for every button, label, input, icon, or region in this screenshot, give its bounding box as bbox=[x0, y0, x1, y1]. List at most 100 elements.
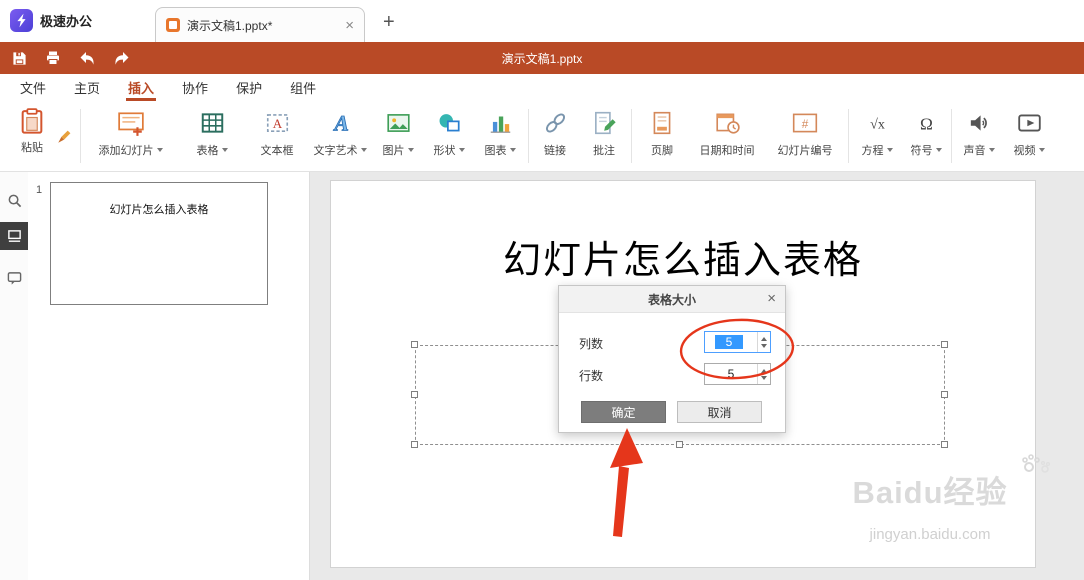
chevron-down-icon bbox=[935, 148, 942, 152]
svg-text:Ω: Ω bbox=[920, 115, 933, 134]
resize-handle[interactable] bbox=[411, 341, 418, 348]
redo-icon[interactable] bbox=[112, 49, 130, 67]
chevron-down-icon bbox=[886, 148, 893, 152]
chart-icon bbox=[487, 107, 514, 139]
browser-tab-bar: 极速办公 演示文稿1.pptx* × + bbox=[0, 0, 1084, 42]
spinner-down-icon bbox=[761, 375, 767, 380]
columns-spinner[interactable] bbox=[757, 332, 770, 352]
ribbon-separator bbox=[528, 109, 529, 163]
menu-home[interactable]: 主页 bbox=[60, 74, 114, 101]
document-tab[interactable]: 演示文稿1.pptx* × bbox=[155, 7, 365, 42]
menu-file[interactable]: 文件 bbox=[6, 74, 60, 101]
svg-text:#: # bbox=[802, 117, 809, 131]
resize-handle[interactable] bbox=[941, 441, 948, 448]
columns-input[interactable]: 5 bbox=[704, 331, 771, 353]
undo-icon[interactable] bbox=[78, 49, 96, 67]
ribbon-separator bbox=[631, 109, 632, 163]
ribbon-shapes-button[interactable]: 形状 bbox=[424, 101, 474, 171]
sound-icon bbox=[966, 107, 993, 139]
picture-icon bbox=[385, 107, 412, 139]
ribbon-wordart-button[interactable]: A 文字艺术 bbox=[308, 101, 372, 171]
ribbon-video-button[interactable]: 视频 bbox=[1004, 101, 1054, 171]
slide-title-text[interactable]: 幻灯片怎么插入表格 bbox=[331, 229, 1035, 284]
slide-number-icon: # bbox=[791, 107, 819, 139]
datetime-icon bbox=[714, 107, 741, 139]
spinner-up-icon bbox=[761, 368, 767, 373]
ribbon-chart-button[interactable]: 图表 bbox=[474, 101, 526, 171]
app-logo-icon bbox=[10, 9, 33, 32]
slide-thumbnail[interactable]: 幻灯片怎么插入表格 bbox=[50, 182, 268, 305]
ribbon-separator bbox=[848, 109, 849, 163]
svg-text:A: A bbox=[272, 116, 282, 131]
spinner-down-icon bbox=[761, 343, 767, 348]
resize-handle[interactable] bbox=[941, 391, 948, 398]
slides-panel-icon[interactable] bbox=[0, 222, 28, 250]
slide-number-label: 1 bbox=[36, 184, 43, 196]
svg-text:A: A bbox=[332, 112, 348, 136]
paste-label: 粘贴 bbox=[21, 142, 43, 154]
ribbon-add-slide-button[interactable]: 添加幻灯片 bbox=[83, 101, 178, 171]
search-icon[interactable] bbox=[0, 186, 28, 214]
comments-panel-icon[interactable] bbox=[0, 264, 28, 292]
rows-value: 5 bbox=[727, 367, 735, 381]
svg-text:√x: √x bbox=[870, 116, 885, 132]
resize-handle[interactable] bbox=[411, 391, 418, 398]
ribbon-textbox-button[interactable]: A 文本框 bbox=[246, 101, 308, 171]
paste-icon bbox=[18, 105, 46, 137]
rows-spinner[interactable] bbox=[757, 364, 770, 384]
app-window: 极速办公 演示文稿1.pptx* × + 演示文稿1.pptx 文件 主页 插入… bbox=[0, 0, 1084, 580]
resize-handle[interactable] bbox=[941, 341, 948, 348]
ribbon-comment-button[interactable]: 批注 bbox=[579, 101, 629, 171]
footer-icon bbox=[649, 107, 675, 139]
ribbon-table-button[interactable]: 表格 bbox=[178, 101, 246, 171]
paste-button[interactable]: 粘贴 bbox=[12, 105, 52, 155]
ribbon-picture-button[interactable]: 图片 bbox=[372, 101, 424, 171]
menu-protect[interactable]: 保护 bbox=[222, 74, 276, 101]
ok-button[interactable]: 确定 bbox=[581, 401, 666, 423]
ribbon-separator bbox=[951, 109, 952, 163]
resize-handle[interactable] bbox=[676, 441, 683, 448]
table-icon bbox=[199, 107, 226, 139]
ribbon-separator bbox=[80, 109, 81, 163]
ribbon-symbol-button[interactable]: Ω 符号 bbox=[903, 101, 949, 171]
link-icon bbox=[542, 107, 569, 139]
chevron-down-icon bbox=[156, 148, 163, 152]
ribbon-slide-number-button[interactable]: # 幻灯片编号 bbox=[764, 101, 846, 171]
rows-input[interactable]: 5 bbox=[704, 363, 771, 385]
cancel-button[interactable]: 取消 bbox=[677, 401, 762, 423]
app-brand: 极速办公 bbox=[10, 9, 92, 32]
ribbon-footer-button[interactable]: 页脚 bbox=[634, 101, 690, 171]
menu-components[interactable]: 组件 bbox=[276, 74, 330, 101]
format-painter-button[interactable] bbox=[56, 127, 74, 150]
dialog-close-icon[interactable]: × bbox=[767, 291, 776, 306]
wordart-icon: A bbox=[327, 107, 354, 139]
ribbon-toolbar: 粘贴 添加幻灯片 表格 A 文本框 A 文字艺术 图片 形状 图表 链接 批注 … bbox=[0, 101, 1084, 172]
shapes-icon bbox=[436, 107, 463, 139]
format-painter-icon bbox=[58, 130, 71, 143]
columns-value: 5 bbox=[715, 335, 743, 349]
ribbon-sound-button[interactable]: 声音 bbox=[954, 101, 1004, 171]
dialog-title: 表格大小 bbox=[647, 292, 696, 307]
table-size-dialog: 表格大小 × 列数 5 行数 5 确定 取消 bbox=[558, 285, 786, 433]
textbox-icon: A bbox=[264, 107, 291, 139]
chevron-down-icon bbox=[1038, 148, 1045, 152]
tab-title: 演示文稿1.pptx* bbox=[187, 18, 273, 33]
menu-collaborate[interactable]: 协作 bbox=[168, 74, 222, 101]
resize-handle[interactable] bbox=[411, 441, 418, 448]
equation-icon: √x bbox=[864, 107, 891, 139]
ribbon-link-button[interactable]: 链接 bbox=[531, 101, 579, 171]
presentation-doc-icon bbox=[166, 18, 180, 32]
menu-insert[interactable]: 插入 bbox=[114, 74, 168, 101]
save-icon[interactable] bbox=[10, 49, 28, 67]
new-tab-button[interactable]: + bbox=[383, 12, 395, 32]
ribbon-datetime-button[interactable]: 日期和时间 bbox=[690, 101, 764, 171]
dialog-titlebar[interactable]: 表格大小 × bbox=[559, 286, 785, 313]
rows-label: 行数 bbox=[579, 369, 604, 383]
spinner-up-icon bbox=[761, 336, 767, 341]
chevron-down-icon bbox=[360, 148, 367, 152]
ribbon-equation-button[interactable]: √x 方程 bbox=[851, 101, 903, 171]
print-icon[interactable] bbox=[44, 49, 62, 67]
tab-close-icon[interactable]: × bbox=[345, 18, 354, 33]
chevron-down-icon bbox=[221, 148, 228, 152]
chevron-down-icon bbox=[407, 148, 414, 152]
